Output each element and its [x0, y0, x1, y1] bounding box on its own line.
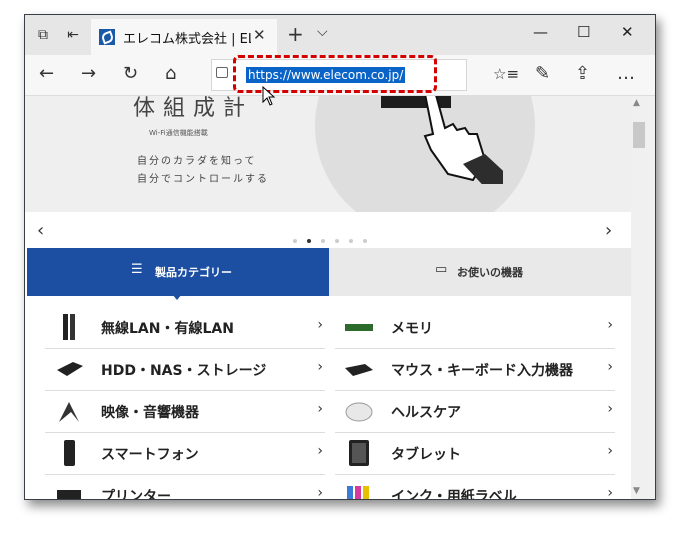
category-item-lan[interactable]: 無線LAN・有線LAN ›	[45, 306, 325, 349]
hero-banner[interactable]: 体組成計 Wi-Fi通信機能搭載 自分のカラダを知って 自分でコントロールする	[25, 96, 631, 212]
maximize-icon[interactable]: ☐	[577, 23, 590, 41]
carousel-next-icon[interactable]: ›	[605, 220, 612, 241]
hero-title: 体組成計	[133, 96, 254, 121]
category-item-av[interactable]: 映像・音響機器 ›	[45, 390, 325, 433]
category-label: 映像・音響機器	[101, 405, 199, 421]
category-label: スマートフォン	[101, 447, 199, 463]
close-tab-icon[interactable]: ✕	[253, 26, 266, 44]
category-item-tablet[interactable]: タブレット ›	[335, 432, 615, 475]
hero-line-1: 自分のカラダを知って	[137, 156, 257, 167]
carousel-dot[interactable]	[293, 239, 297, 243]
active-tab-caret	[172, 294, 182, 300]
carousel-dot[interactable]	[335, 239, 339, 243]
close-window-icon[interactable]: ✕	[621, 23, 634, 41]
chevron-right-icon: ›	[607, 443, 613, 459]
chevron-right-icon: ›	[607, 317, 613, 333]
title-bar: ⧉ ⇤ エレコム株式会社 | ELECC ✕ + ⌵ — ☐ ✕	[25, 15, 655, 55]
category-label: HDD・NAS・ストレージ	[101, 363, 267, 379]
category-label: インク・用紙ラベル	[391, 489, 517, 499]
list-icon: ☰	[131, 262, 143, 277]
page-scrollbar[interactable]: ▲ ▼	[631, 96, 655, 499]
mouse-cursor-icon	[262, 86, 276, 106]
chevron-right-icon: ›	[607, 359, 613, 375]
category-label: ヘルスケア	[391, 405, 461, 421]
lock-icon	[216, 67, 228, 78]
carousel-prev-icon[interactable]: ‹	[37, 220, 44, 241]
category-label: プリンター	[101, 489, 171, 499]
smartphone-icon	[64, 440, 75, 466]
pointing-hand-icon	[423, 96, 503, 184]
chevron-right-icon: ›	[317, 401, 323, 417]
category-item-memory[interactable]: メモリ ›	[335, 306, 615, 349]
category-label: タブレット	[391, 447, 461, 463]
laptop-icon: ▭	[435, 262, 448, 277]
share-icon[interactable]: ⇪	[575, 63, 590, 84]
tab-product-category-label: 製品カテゴリー	[155, 266, 232, 279]
category-tabs: ☰ 製品カテゴリー ▭ お使いの機器	[25, 248, 631, 300]
web-page: 体組成計 Wi-Fi通信機能搭載 自分のカラダを知って 自分でコントロールする …	[25, 96, 631, 499]
tab-product-category[interactable]: ☰ 製品カテゴリー	[27, 248, 329, 296]
scroll-down-icon[interactable]: ▼	[633, 486, 640, 496]
hdd-icon	[57, 362, 83, 376]
category-item-printer[interactable]: プリンター ›	[45, 474, 325, 499]
browser-tab[interactable]: エレコム株式会社 | ELECC ✕	[91, 19, 277, 55]
back-icon[interactable]: ←	[39, 63, 54, 84]
pen-icon[interactable]: ✎	[535, 63, 550, 84]
chevron-right-icon: ›	[317, 359, 323, 375]
tab-your-devices[interactable]: ▭ お使いの機器	[329, 248, 631, 296]
browser-window: ⧉ ⇤ エレコム株式会社 | ELECC ✕ + ⌵ — ☐ ✕ ← → ↻ ⌂…	[24, 14, 656, 500]
tab-dropdown-icon[interactable]: ⌵	[317, 24, 328, 40]
favorites-icon[interactable]: ☆≡	[493, 65, 519, 83]
chevron-right-icon: ›	[607, 401, 613, 417]
chevron-right-icon: ›	[607, 485, 613, 499]
scroll-up-icon[interactable]: ▲	[633, 98, 640, 108]
tablet-icon	[349, 440, 369, 466]
back-tabs-icon[interactable]: ⇤	[63, 25, 83, 45]
category-label: 無線LAN・有線LAN	[101, 321, 234, 337]
category-label: メモリ	[391, 321, 433, 337]
chevron-right-icon: ›	[317, 443, 323, 459]
router-icon	[63, 314, 75, 340]
carousel-dot[interactable]	[321, 239, 325, 243]
carousel-dot[interactable]	[349, 239, 353, 243]
forward-icon[interactable]: →	[81, 63, 96, 84]
tab-set-aside-icon[interactable]: ⧉	[33, 25, 53, 45]
tab-your-devices-label: お使いの機器	[457, 266, 523, 279]
category-item-ink[interactable]: インク・用紙ラベル ›	[335, 474, 615, 499]
minimize-icon[interactable]: —	[533, 23, 548, 41]
scroll-thumb[interactable]	[633, 122, 645, 148]
refresh-icon[interactable]: ↻	[123, 63, 138, 84]
carousel-controls: ‹ ›	[25, 212, 631, 248]
carousel-dot-active[interactable]	[307, 239, 311, 243]
memory-icon	[345, 324, 373, 331]
printer-icon	[57, 490, 81, 499]
tab-title: エレコム株式会社 | ELECC	[123, 32, 251, 47]
category-item-smartphone[interactable]: スマートフォン ›	[45, 432, 325, 475]
hero-subtitle: Wi-Fi通信機能搭載	[149, 129, 208, 137]
home-icon[interactable]: ⌂	[165, 63, 176, 84]
new-tab-icon[interactable]: +	[287, 22, 304, 46]
ink-icon	[347, 486, 369, 499]
elecom-favicon-icon	[99, 29, 115, 45]
category-item-healthcare[interactable]: ヘルスケア ›	[335, 390, 615, 433]
carousel-dot[interactable]	[363, 239, 367, 243]
carousel-dots	[293, 228, 377, 247]
chevron-right-icon: ›	[317, 485, 323, 499]
category-label: マウス・キーボード入力機器	[391, 363, 573, 379]
scale-icon	[345, 402, 373, 422]
more-icon[interactable]: …	[617, 63, 635, 84]
av-equipment-icon	[59, 402, 79, 422]
hero-line-2: 自分でコントロールする	[137, 174, 269, 185]
category-item-storage[interactable]: HDD・NAS・ストレージ ›	[45, 348, 325, 391]
chevron-right-icon: ›	[317, 317, 323, 333]
category-item-input[interactable]: マウス・キーボード入力機器 ›	[335, 348, 615, 391]
keyboard-icon	[345, 364, 373, 376]
